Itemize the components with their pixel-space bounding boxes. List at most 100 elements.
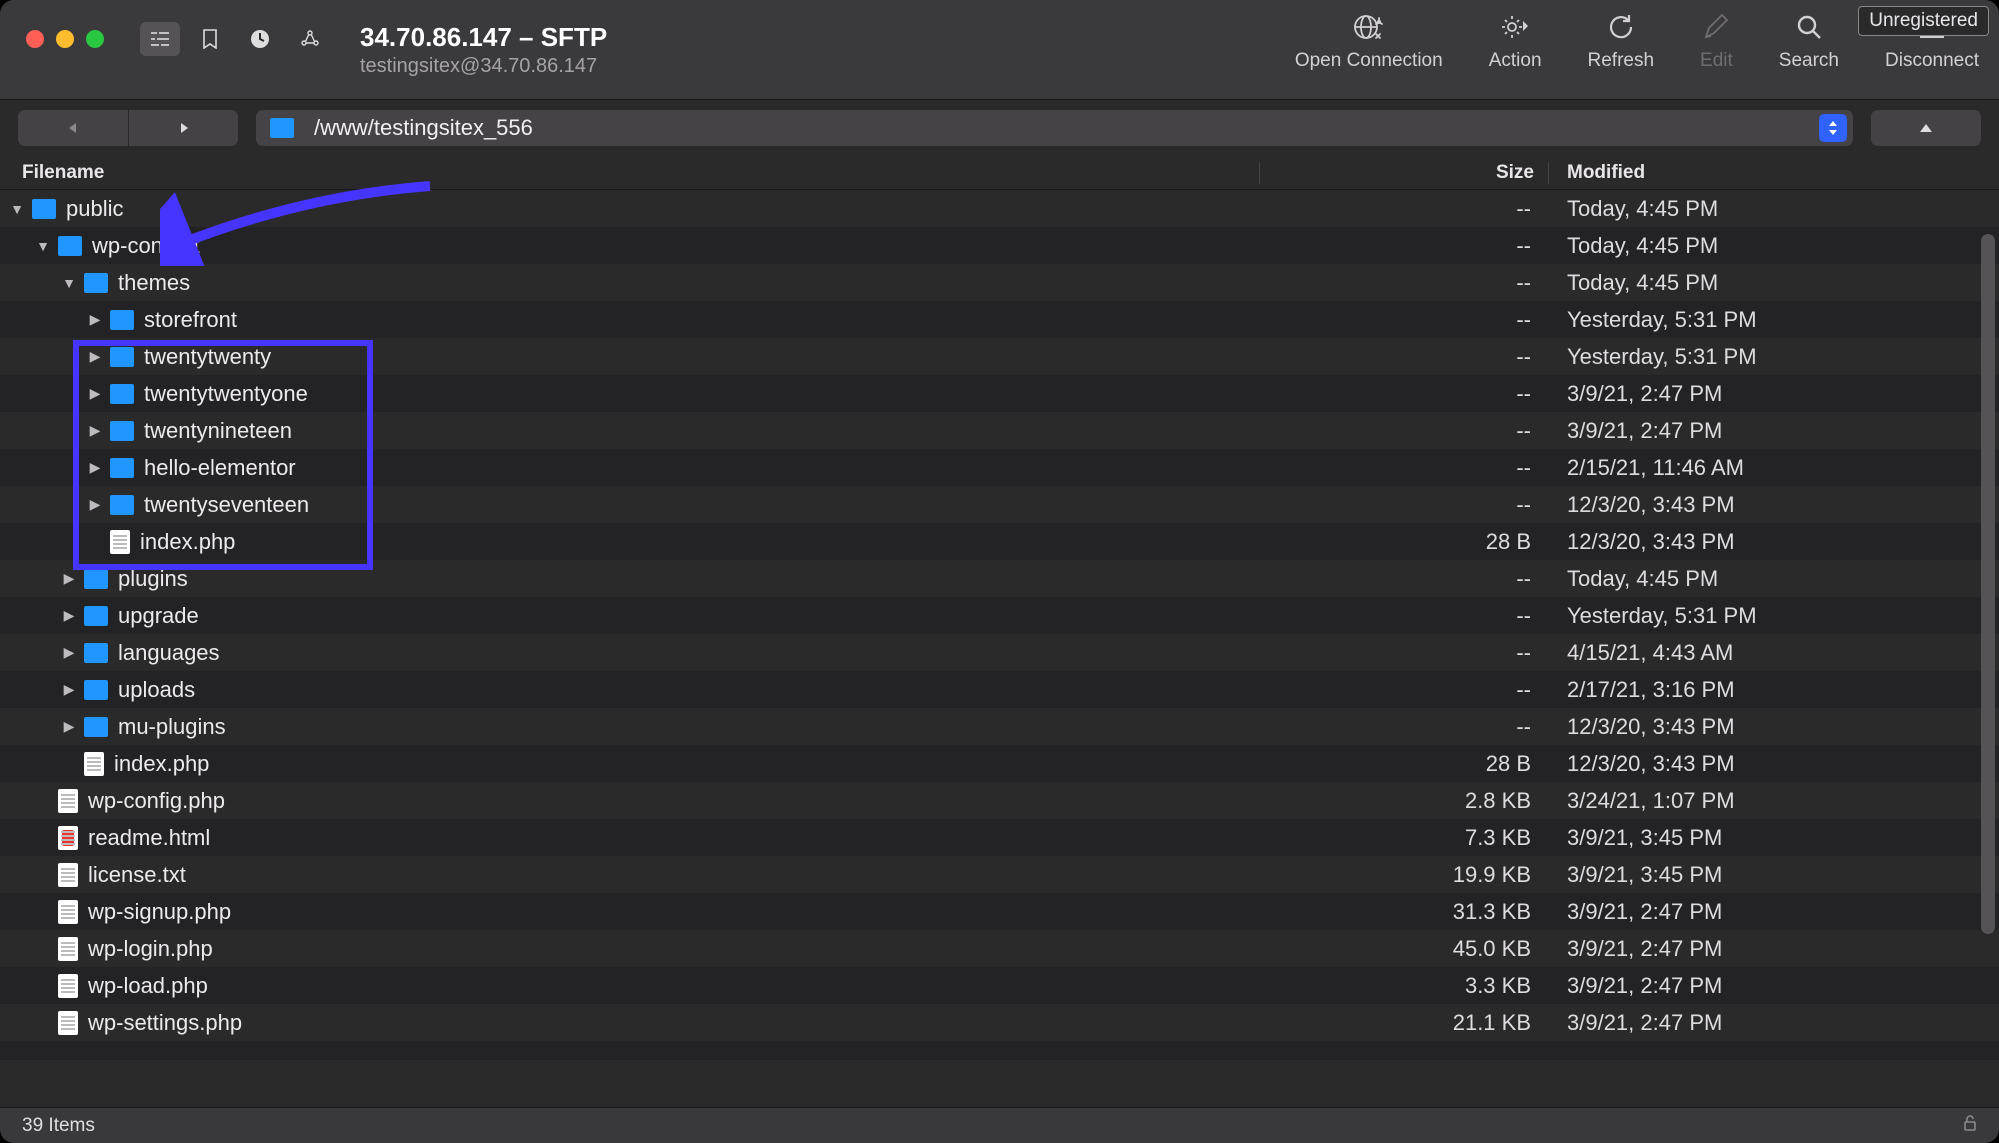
item-modified: 3/9/21, 2:47 PM (1549, 418, 1999, 444)
item-modified: 3/9/21, 2:47 PM (1549, 1010, 1999, 1036)
file-row[interactable]: index.php28 B12/3/20, 3:43 PM (0, 745, 1999, 782)
action-icon (1500, 8, 1530, 46)
file-icon (58, 789, 78, 813)
file-icon (58, 1011, 78, 1035)
file-row[interactable]: readme.html7.3 KB3/9/21, 3:45 PM (0, 819, 1999, 856)
disclosure-triangle[interactable]: ▶ (60, 718, 78, 735)
open-connection-button[interactable]: Open Connection (1295, 8, 1443, 72)
status-bar: 39 Items (0, 1107, 1999, 1143)
folder-row[interactable]: ▼public--Today, 4:45 PM (0, 190, 1999, 227)
header-filename[interactable]: Filename (0, 162, 1259, 184)
folder-row[interactable]: ▶mu-plugins--12/3/20, 3:43 PM (0, 708, 1999, 745)
folder-row[interactable]: ▶storefront--Yesterday, 5:31 PM (0, 301, 1999, 338)
disclosure-triangle[interactable]: ▶ (86, 459, 104, 476)
item-size: 28 B (1259, 529, 1549, 555)
item-modified: 3/9/21, 3:45 PM (1549, 825, 1999, 851)
network-icon (299, 29, 321, 49)
folder-row[interactable]: ▶twentytwentyone--3/9/21, 2:47 PM (0, 375, 1999, 412)
file-row[interactable]: wp-config.php2.8 KB3/24/21, 1:07 PM (0, 782, 1999, 819)
folder-row[interactable]: ▶twentyseventeen--12/3/20, 3:43 PM (0, 486, 1999, 523)
history-button[interactable] (240, 22, 280, 56)
header-modified[interactable]: Modified (1549, 162, 1999, 184)
item-name: license.txt (88, 862, 186, 888)
disclosure-triangle[interactable]: ▼ (8, 201, 26, 217)
disclosure-triangle[interactable]: ▶ (60, 644, 78, 661)
item-size: -- (1259, 381, 1549, 407)
file-row[interactable]: index.php28 B12/3/20, 3:43 PM (0, 523, 1999, 560)
file-row[interactable]: license.txt19.9 KB3/9/21, 3:45 PM (0, 856, 1999, 893)
folder-row[interactable]: ▶plugins--Today, 4:45 PM (0, 560, 1999, 597)
folder-icon (110, 347, 134, 367)
item-size: -- (1259, 677, 1549, 703)
path-dropdown[interactable]: /www/testingsitex_556 (256, 110, 1853, 146)
disclosure-triangle[interactable]: ▶ (86, 385, 104, 402)
close-window-button[interactable] (26, 30, 44, 48)
lock-icon[interactable] (1963, 1115, 1977, 1136)
file-listing[interactable]: ▼public--Today, 4:45 PM▼wp-content--Toda… (0, 190, 1999, 1060)
view-mode-button[interactable] (140, 22, 180, 56)
folder-row[interactable]: ▶twentynineteen--3/9/21, 2:47 PM (0, 412, 1999, 449)
bonjour-button[interactable] (290, 22, 330, 56)
folder-row[interactable]: ▶uploads--2/17/21, 3:16 PM (0, 671, 1999, 708)
file-row[interactable]: wp-load.php3.3 KB3/9/21, 2:47 PM (0, 967, 1999, 1004)
item-name: hello-elementor (144, 455, 296, 481)
action-button[interactable]: Action (1489, 8, 1542, 72)
clock-icon (250, 29, 270, 49)
folder-row[interactable]: ▶hello-elementor--2/15/21, 11:46 AM (0, 449, 1999, 486)
item-name: plugins (118, 566, 188, 592)
item-modified: 3/9/21, 2:47 PM (1549, 973, 1999, 999)
disclosure-triangle[interactable]: ▼ (60, 275, 78, 291)
item-name: wp-settings.php (88, 1010, 242, 1036)
item-size: -- (1259, 196, 1549, 222)
disclosure-triangle[interactable]: ▶ (60, 681, 78, 698)
refresh-button[interactable]: Refresh (1588, 8, 1655, 72)
sftp-window: 34.70.86.147 – SFTP testingsitex@34.70.8… (0, 0, 1999, 1143)
unregistered-badge[interactable]: Unregistered (1858, 6, 1989, 36)
item-size: 31.3 KB (1259, 899, 1549, 925)
toolbar-label: Disconnect (1885, 50, 1979, 72)
scrollbar-thumb[interactable] (1981, 234, 1995, 934)
search-icon (1795, 8, 1823, 46)
refresh-icon (1606, 8, 1636, 46)
item-modified: 3/9/21, 2:47 PM (1549, 381, 1999, 407)
item-modified: 2/17/21, 3:16 PM (1549, 677, 1999, 703)
file-row[interactable]: wp-login.php45.0 KB3/9/21, 2:47 PM (0, 930, 1999, 967)
nav-back-button[interactable] (18, 110, 128, 146)
zoom-window-button[interactable] (86, 30, 104, 48)
folder-icon (110, 384, 134, 404)
header-size[interactable]: Size (1259, 162, 1549, 184)
nav-forward-button[interactable] (128, 110, 238, 146)
file-icon (84, 752, 104, 776)
folder-row[interactable]: ▶upgrade--Yesterday, 5:31 PM (0, 597, 1999, 634)
go-up-button[interactable] (1871, 110, 1981, 146)
minimize-window-button[interactable] (56, 30, 74, 48)
disclosure-triangle[interactable]: ▶ (60, 607, 78, 624)
disclosure-triangle[interactable]: ▶ (86, 311, 104, 328)
file-icon (110, 530, 130, 554)
folder-icon (32, 199, 56, 219)
bookmark-icon (201, 29, 219, 49)
item-modified: Yesterday, 5:31 PM (1549, 344, 1999, 370)
item-modified: 12/3/20, 3:43 PM (1549, 714, 1999, 740)
item-name: wp-load.php (88, 973, 208, 999)
disclosure-triangle[interactable]: ▼ (34, 238, 52, 254)
html-file-icon (58, 826, 78, 850)
bookmarks-button[interactable] (190, 22, 230, 56)
folder-row[interactable]: ▶languages--4/15/21, 4:43 AM (0, 634, 1999, 671)
folder-row[interactable]: ▼themes--Today, 4:45 PM (0, 264, 1999, 301)
file-row[interactable]: wp-signup.php31.3 KB3/9/21, 2:47 PM (0, 893, 1999, 930)
window-controls (0, 0, 126, 48)
nav-back-forward (18, 110, 238, 146)
folder-row[interactable]: ▼wp-content--Today, 4:45 PM (0, 227, 1999, 264)
disclosure-triangle[interactable]: ▶ (86, 348, 104, 365)
item-size: -- (1259, 714, 1549, 740)
disclosure-triangle[interactable]: ▶ (86, 422, 104, 439)
item-name: storefront (144, 307, 237, 333)
disclosure-triangle[interactable]: ▶ (60, 570, 78, 587)
item-name: index.php (140, 529, 235, 555)
search-button[interactable]: Search (1779, 8, 1839, 72)
disclosure-triangle[interactable]: ▶ (86, 496, 104, 513)
folder-row[interactable]: ▶twentytwenty--Yesterday, 5:31 PM (0, 338, 1999, 375)
file-row[interactable]: wp-settings.php21.1 KB3/9/21, 2:47 PM (0, 1004, 1999, 1041)
path-dropdown-arrows[interactable] (1819, 114, 1847, 142)
